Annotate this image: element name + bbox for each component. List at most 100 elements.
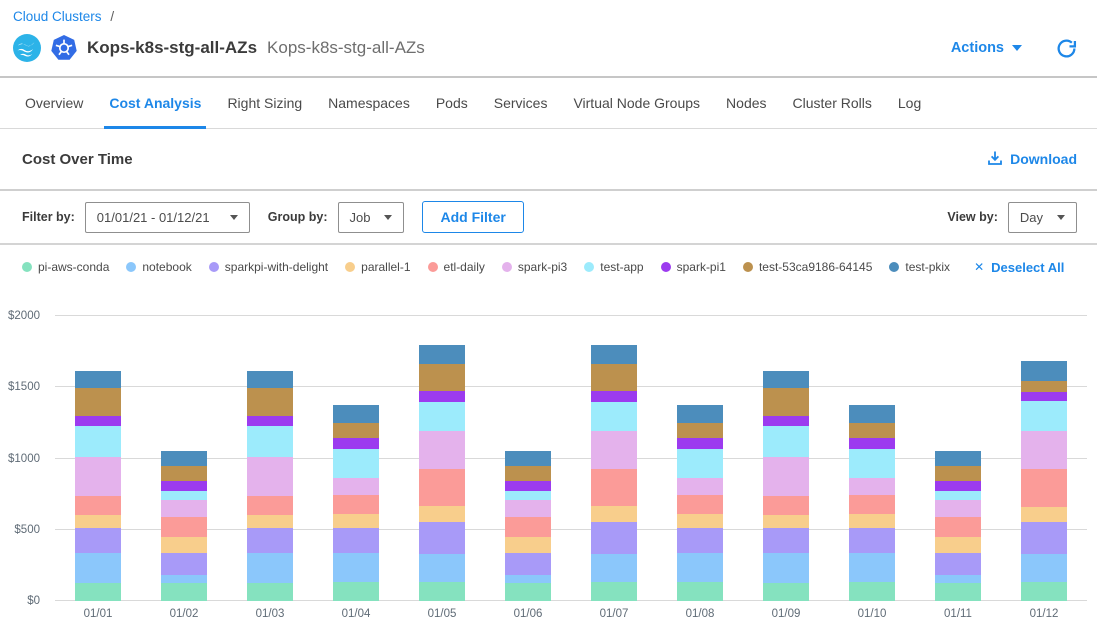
bar-segment-parallel-1[interactable]	[505, 537, 551, 553]
bar-01-08[interactable]	[677, 405, 723, 601]
tab-pods[interactable]: Pods	[423, 78, 481, 128]
tab-nodes[interactable]: Nodes	[713, 78, 779, 128]
download-button[interactable]: Download	[987, 150, 1077, 169]
bar-segment-notebook[interactable]	[419, 554, 465, 582]
bar-segment-sparkpi-with-delight[interactable]	[935, 553, 981, 576]
bar-segment-notebook[interactable]	[591, 554, 637, 582]
bar-01-01[interactable]	[75, 371, 121, 601]
tab-services[interactable]: Services	[481, 78, 561, 128]
tab-namespaces[interactable]: Namespaces	[315, 78, 423, 128]
bar-segment-parallel-1[interactable]	[763, 515, 809, 529]
tab-cluster-rolls[interactable]: Cluster Rolls	[780, 78, 885, 128]
bar-segment-pi-aws-conda[interactable]	[677, 582, 723, 601]
refresh-button[interactable]	[1056, 38, 1077, 59]
bar-segment-test-53ca9186-64145[interactable]	[763, 388, 809, 416]
bar-segment-test-app[interactable]	[75, 426, 121, 457]
bar-segment-parallel-1[interactable]	[849, 514, 895, 528]
bar-segment-etl-daily[interactable]	[333, 495, 379, 514]
bar-segment-sparkpi-with-delight[interactable]	[849, 528, 895, 553]
bar-segment-spark-pi1[interactable]	[763, 416, 809, 427]
bar-segment-spark-pi3[interactable]	[505, 500, 551, 517]
bar-segment-test-app[interactable]	[935, 491, 981, 500]
bar-segment-spark-pi1[interactable]	[1021, 392, 1067, 401]
bar-segment-pi-aws-conda[interactable]	[161, 583, 207, 601]
bar-segment-test-53ca9186-64145[interactable]	[935, 466, 981, 481]
bar-segment-test-pkix[interactable]	[1021, 361, 1067, 381]
bar-segment-test-pkix[interactable]	[505, 451, 551, 466]
bar-segment-sparkpi-with-delight[interactable]	[333, 528, 379, 553]
bar-segment-spark-pi1[interactable]	[333, 438, 379, 449]
bar-01-12[interactable]	[1021, 361, 1067, 601]
bar-segment-parallel-1[interactable]	[935, 537, 981, 553]
bar-segment-test-53ca9186-64145[interactable]	[677, 423, 723, 438]
bar-segment-notebook[interactable]	[75, 553, 121, 583]
tab-cost-analysis[interactable]: Cost Analysis	[96, 78, 214, 128]
bar-segment-test-53ca9186-64145[interactable]	[247, 388, 293, 416]
legend-item-pi-aws-conda[interactable]: pi-aws-conda	[22, 260, 109, 274]
group-by-select[interactable]: Job	[338, 202, 405, 233]
legend-item-notebook[interactable]: notebook	[126, 260, 191, 274]
bar-segment-spark-pi3[interactable]	[849, 478, 895, 495]
tab-log[interactable]: Log	[885, 78, 934, 128]
breadcrumb-link-cloud-clusters[interactable]: Cloud Clusters	[13, 9, 102, 24]
bar-01-05[interactable]	[419, 345, 465, 601]
bar-segment-spark-pi1[interactable]	[419, 391, 465, 402]
bar-segment-spark-pi1[interactable]	[849, 438, 895, 449]
bar-segment-parallel-1[interactable]	[1021, 507, 1067, 522]
bar-segment-test-53ca9186-64145[interactable]	[75, 388, 121, 416]
bar-segment-test-app[interactable]	[161, 491, 207, 500]
bar-segment-pi-aws-conda[interactable]	[75, 583, 121, 601]
bar-segment-parallel-1[interactable]	[419, 506, 465, 522]
bar-segment-test-pkix[interactable]	[247, 371, 293, 388]
bar-segment-notebook[interactable]	[849, 553, 895, 582]
bar-segment-notebook[interactable]	[333, 553, 379, 582]
bar-segment-spark-pi1[interactable]	[161, 481, 207, 491]
bar-01-10[interactable]	[849, 405, 895, 601]
tab-overview[interactable]: Overview	[12, 78, 96, 128]
bar-segment-etl-daily[interactable]	[935, 517, 981, 537]
bar-segment-test-pkix[interactable]	[161, 451, 207, 466]
bar-segment-pi-aws-conda[interactable]	[247, 583, 293, 601]
bar-segment-spark-pi3[interactable]	[935, 500, 981, 517]
bar-segment-sparkpi-with-delight[interactable]	[419, 522, 465, 554]
bar-segment-pi-aws-conda[interactable]	[591, 582, 637, 601]
bar-segment-parallel-1[interactable]	[75, 515, 121, 529]
bar-01-03[interactable]	[247, 371, 293, 601]
bar-segment-notebook[interactable]	[247, 553, 293, 583]
bar-segment-test-pkix[interactable]	[849, 405, 895, 423]
bar-segment-test-53ca9186-64145[interactable]	[591, 364, 637, 391]
bar-01-02[interactable]	[161, 451, 207, 601]
bar-segment-spark-pi3[interactable]	[247, 457, 293, 496]
bar-segment-spark-pi1[interactable]	[247, 416, 293, 427]
bar-segment-pi-aws-conda[interactable]	[505, 583, 551, 601]
bar-segment-spark-pi1[interactable]	[75, 416, 121, 427]
bar-segment-test-app[interactable]	[505, 491, 551, 500]
bar-segment-pi-aws-conda[interactable]	[1021, 582, 1067, 601]
bar-segment-etl-daily[interactable]	[1021, 469, 1067, 507]
bar-segment-sparkpi-with-delight[interactable]	[247, 528, 293, 553]
bar-segment-test-app[interactable]	[763, 426, 809, 457]
legend-item-test-pkix[interactable]: test-pkix	[889, 260, 950, 274]
add-filter-button[interactable]: Add Filter	[422, 201, 523, 233]
bar-segment-spark-pi3[interactable]	[419, 431, 465, 469]
bar-segment-sparkpi-with-delight[interactable]	[677, 528, 723, 553]
bar-segment-spark-pi1[interactable]	[505, 481, 551, 491]
bar-segment-spark-pi3[interactable]	[591, 431, 637, 469]
bar-segment-test-53ca9186-64145[interactable]	[419, 364, 465, 391]
bar-segment-etl-daily[interactable]	[505, 517, 551, 537]
bar-segment-notebook[interactable]	[1021, 554, 1067, 582]
bar-segment-sparkpi-with-delight[interactable]	[763, 528, 809, 553]
bar-segment-test-53ca9186-64145[interactable]	[333, 423, 379, 438]
bar-segment-sparkpi-with-delight[interactable]	[161, 553, 207, 576]
bar-segment-etl-daily[interactable]	[247, 496, 293, 515]
bar-segment-test-pkix[interactable]	[677, 405, 723, 423]
bar-segment-sparkpi-with-delight[interactable]	[591, 522, 637, 554]
bar-01-07[interactable]	[591, 345, 637, 601]
bar-segment-test-app[interactable]	[677, 449, 723, 478]
bar-segment-test-pkix[interactable]	[935, 451, 981, 466]
legend-item-parallel-1[interactable]: parallel-1	[345, 260, 410, 274]
bar-segment-test-pkix[interactable]	[75, 371, 121, 388]
bar-segment-pi-aws-conda[interactable]	[333, 582, 379, 601]
bar-segment-parallel-1[interactable]	[161, 537, 207, 553]
bar-segment-spark-pi3[interactable]	[161, 500, 207, 517]
